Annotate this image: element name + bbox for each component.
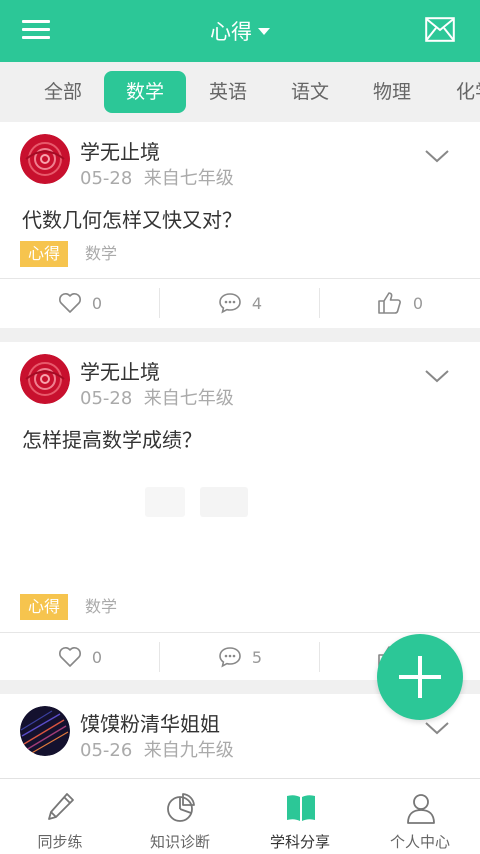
author-name[interactable]: 馍馍粉清华姐姐 — [80, 708, 220, 737]
nav-personal-center[interactable]: 个人中心 — [360, 779, 480, 854]
post-meta: 05-26 来自九年级 — [80, 736, 234, 762]
nav-label: 个人中心 — [389, 833, 450, 851]
tab-all[interactable]: 全部 — [28, 71, 98, 113]
post-image[interactable] — [145, 487, 185, 517]
avatar[interactable] — [20, 134, 70, 184]
tab-chemistry[interactable]: 化学 — [440, 71, 480, 113]
nav-sync-practice[interactable]: 同步练 — [0, 779, 120, 854]
post-tag: 心得 — [20, 241, 69, 267]
avatar[interactable] — [20, 706, 70, 756]
chevron-down-icon[interactable] — [424, 148, 450, 164]
tab-math[interactable]: 数学 — [104, 71, 186, 113]
divider — [0, 632, 480, 633]
mail-icon[interactable] — [425, 17, 455, 42]
nav-label: 知识诊断 — [149, 833, 210, 851]
heart-icon — [58, 293, 81, 313]
comment-button[interactable]: 4 — [165, 281, 315, 325]
tab-physics[interactable]: 物理 — [357, 71, 427, 113]
post-date: 05-28 — [80, 168, 133, 189]
post-question[interactable]: 怎样提高数学成绩？ — [22, 424, 202, 453]
caret-down-icon — [258, 27, 270, 35]
bottom-nav: 同步练 知识诊断 学科分享 个人中心 — [0, 778, 480, 854]
post-tag: 心得 — [20, 594, 69, 620]
thumbs-up-icon — [378, 292, 401, 314]
book-icon — [287, 795, 315, 821]
subject-tabs: 全部 数学 英语 语文 物理 化学 — [0, 62, 480, 122]
person-icon — [407, 794, 435, 824]
tab-chinese[interactable]: 语文 — [275, 71, 345, 113]
post-meta: 05-28 来自七年级 — [80, 164, 234, 190]
comment-icon — [219, 293, 241, 314]
app-header: 心得 — [0, 0, 480, 62]
like-button[interactable]: 0 — [5, 635, 155, 679]
post-source: 来自九年级 — [143, 740, 234, 761]
post-source: 来自七年级 — [143, 168, 234, 189]
post-subject: 数学 — [85, 244, 118, 263]
heart-icon — [58, 647, 81, 667]
post-subject: 数学 — [85, 597, 118, 616]
post-date: 05-28 — [80, 388, 133, 409]
comment-icon — [219, 647, 241, 668]
nav-label: 学科分享 — [269, 833, 330, 851]
like-button[interactable]: 0 — [5, 281, 155, 325]
comment-count: 5 — [251, 647, 263, 667]
comment-count: 4 — [251, 293, 263, 313]
author-name[interactable]: 学无止境 — [80, 356, 160, 385]
tab-english[interactable]: 英语 — [193, 71, 263, 113]
chevron-down-icon[interactable] — [424, 720, 450, 736]
chevron-down-icon[interactable] — [424, 368, 450, 384]
hamburger-menu-icon[interactable] — [22, 18, 50, 42]
post-question[interactable]: 代数几何怎样又快又对？ — [22, 204, 242, 233]
nav-subject-share[interactable]: 学科分享 — [240, 779, 360, 854]
thumbs-up-button[interactable]: 0 — [325, 281, 475, 325]
post-source: 来自七年级 — [143, 388, 234, 409]
thumbs-up-count: 0 — [412, 293, 424, 313]
post-meta: 05-28 来自七年级 — [80, 384, 234, 410]
post-card[interactable]: 学无止境 05-28 来自七年级 代数几何怎样又快又对？ 心得 数学 0 4 0 — [0, 122, 480, 328]
author-name[interactable]: 学无止境 — [80, 136, 160, 165]
post-image[interactable] — [200, 487, 248, 517]
like-count: 0 — [91, 293, 103, 313]
pie-chart-icon — [167, 793, 195, 822]
avatar[interactable] — [20, 354, 70, 404]
page-title: 心得 — [210, 20, 252, 44]
divider — [0, 278, 480, 279]
pencil-icon — [48, 793, 74, 820]
comment-button[interactable]: 5 — [165, 635, 315, 679]
nav-knowledge-diagnosis[interactable]: 知识诊断 — [120, 779, 240, 854]
like-count: 0 — [91, 647, 103, 667]
add-post-button[interactable] — [377, 634, 463, 720]
category-dropdown[interactable]: 心得 — [210, 16, 270, 46]
post-date: 05-26 — [80, 740, 133, 761]
nav-label: 同步练 — [37, 833, 83, 851]
post-card[interactable]: 学无止境 05-28 来自七年级 怎样提高数学成绩？ 心得 数学 0 5 0 — [0, 342, 480, 680]
